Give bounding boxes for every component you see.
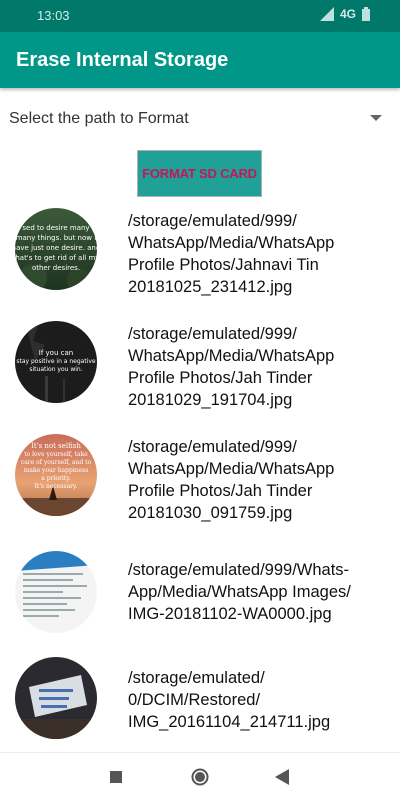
navigation-bar bbox=[0, 752, 400, 801]
battery-icon bbox=[362, 7, 370, 21]
thumb-text-line: many things. but now I bbox=[16, 234, 97, 242]
spinner-label: Select the path to Format bbox=[9, 110, 189, 127]
format-button-label: FORMAT SD CARD bbox=[142, 166, 257, 181]
thumb-text-line: If you can bbox=[39, 349, 73, 357]
status-time: 13:03 bbox=[37, 8, 70, 23]
thumb-text-line: have just one desire. and bbox=[15, 244, 97, 252]
recent-apps-icon[interactable] bbox=[110, 771, 122, 783]
thumb-text-line: care of yourself, and to bbox=[21, 459, 92, 466]
thumb-text-line: other desires. bbox=[32, 264, 80, 272]
quote-image-icon: If you can stay positive in a negative s… bbox=[15, 321, 97, 403]
thumb-text-line: It's not selfish bbox=[31, 442, 81, 450]
app-title: Erase Internal Storage bbox=[16, 49, 229, 71]
status-bar: 13:03 4G bbox=[0, 0, 400, 32]
file-path: /storage/emulated/ 0/DCIM/Restored/ IMG_… bbox=[128, 669, 331, 731]
back-icon[interactable] bbox=[275, 769, 289, 785]
home-icon[interactable] bbox=[191, 768, 209, 786]
thumbnail-image bbox=[15, 551, 97, 633]
app-bar: Erase Internal Storage bbox=[0, 32, 400, 88]
path-spinner[interactable]: Select the path to Format bbox=[0, 98, 400, 138]
thumbnail-image: If you can stay positive in a negative s… bbox=[15, 321, 97, 403]
thumbnail-image: It's not selfish to love yourself, take … bbox=[15, 434, 97, 516]
format-sd-card-button[interactable]: FORMAT SD CARD bbox=[137, 150, 262, 197]
thumb-text-line: a priority. bbox=[41, 475, 71, 482]
signal-icon bbox=[319, 7, 334, 21]
thumb-text-line: It's necessary. bbox=[35, 483, 78, 490]
file-path: /storage/emulated/999/ WhatsApp/Media/Wh… bbox=[128, 325, 335, 409]
network-type: 4G bbox=[339, 7, 356, 21]
thumb-text-line: stay positive in a negative bbox=[16, 358, 96, 365]
file-path: /storage/emulated/999/ WhatsApp/Media/Wh… bbox=[128, 438, 335, 522]
status-icons: 4G bbox=[319, 7, 370, 21]
photo-image-icon bbox=[15, 657, 97, 739]
thumb-text-line: make your happiness bbox=[24, 467, 89, 474]
thumb-text-line: that's to get rid of all my bbox=[15, 254, 97, 262]
quote-image-icon: It's not selfish to love yourself, take … bbox=[15, 434, 97, 516]
thumbnail-image: sed to desire many many things. but now … bbox=[15, 208, 97, 290]
thumb-text-line: situation you win. bbox=[29, 366, 82, 373]
thumb-text-line: sed to desire many bbox=[22, 224, 89, 232]
document-image-icon bbox=[15, 551, 97, 633]
dropdown-arrow-icon bbox=[370, 115, 382, 121]
thumbnail-image bbox=[15, 657, 97, 739]
file-path: /storage/emulated/999/Whats- App/Media/W… bbox=[128, 561, 351, 623]
quote-image-icon: sed to desire many many things. but now … bbox=[15, 208, 97, 290]
file-path: /storage/emulated/999/ WhatsApp/Media/Wh… bbox=[128, 212, 335, 296]
thumb-text-line: to love yourself, take bbox=[24, 451, 88, 458]
